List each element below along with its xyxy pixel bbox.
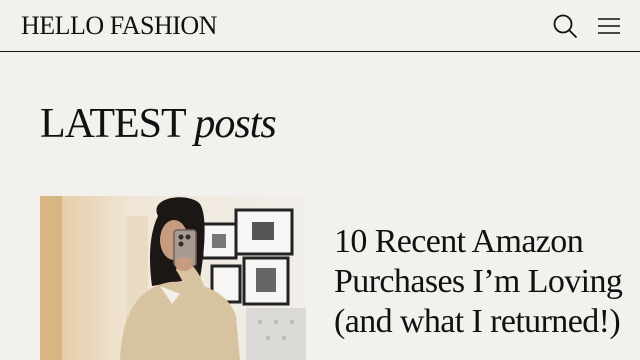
menu-button[interactable] <box>597 17 621 35</box>
post-title-link[interactable]: 10 Recent Amazon Purchases I’m Loving (a… <box>334 222 624 360</box>
mirror-selfie-photo <box>40 196 306 360</box>
search-button[interactable] <box>552 13 578 39</box>
post-thumbnail[interactable] <box>40 196 306 360</box>
hamburger-menu-icon <box>598 18 620 34</box>
site-header: HELLO FASHION <box>0 0 640 52</box>
site-logo[interactable]: HELLO FASHION <box>21 10 217 42</box>
search-icon <box>553 14 577 38</box>
heading-main: LATEST <box>40 101 186 147</box>
latest-posts-heading: LATEST posts <box>40 98 277 150</box>
heading-italic: posts <box>194 101 276 147</box>
